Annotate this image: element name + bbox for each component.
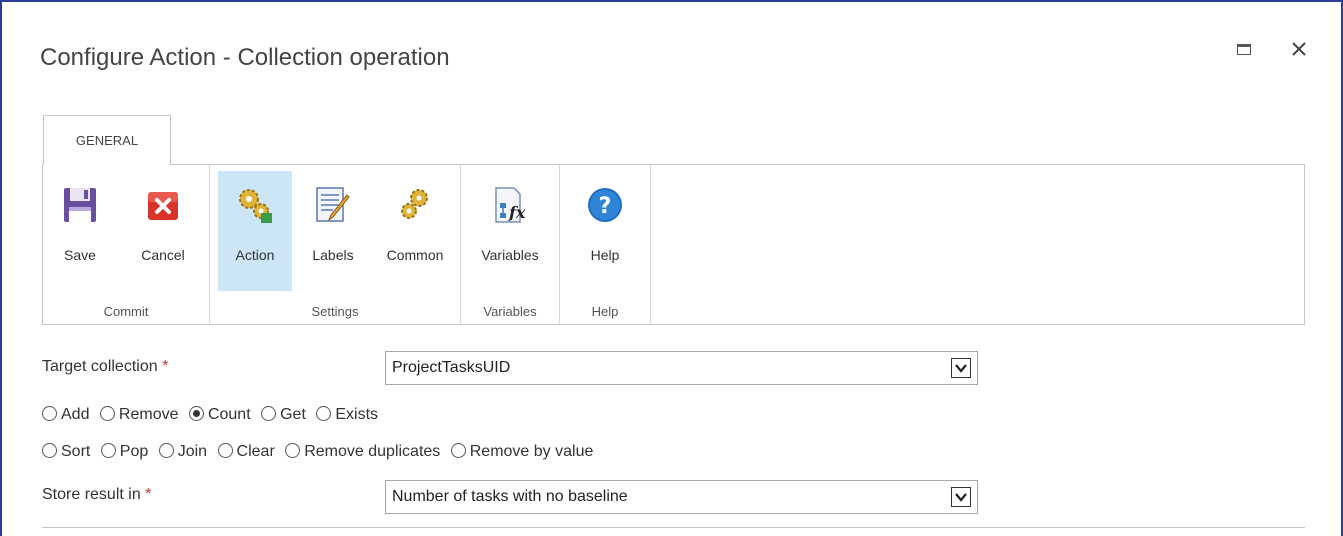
- radio-button[interactable]: [316, 406, 332, 421]
- svg-text:?: ?: [599, 194, 612, 219]
- tab-general[interactable]: GENERAL: [43, 115, 171, 165]
- radio-label: Pop: [119, 443, 149, 460]
- store-result-text: Store result in: [42, 486, 141, 503]
- cancel-button[interactable]: Cancel: [131, 171, 195, 291]
- radio-label: Remove duplicates: [304, 443, 441, 460]
- svg-text:fx: fx: [508, 203, 526, 222]
- radio-remove-by-value[interactable]: Remove by value: [450, 443, 594, 461]
- radio-join[interactable]: Join: [158, 443, 208, 461]
- radio-button[interactable]: [261, 406, 277, 421]
- group-label-help: Help: [591, 304, 619, 319]
- radio-remove-duplicates[interactable]: Remove duplicates: [285, 443, 440, 461]
- radio-count[interactable]: Count: [188, 406, 251, 424]
- radio-button[interactable]: [450, 443, 466, 458]
- radio-button[interactable]: [100, 443, 116, 458]
- action-gears-icon: [239, 189, 272, 223]
- group-label-variables: Variables: [483, 304, 537, 319]
- save-label: Save: [64, 247, 96, 263]
- radio-label: Get: [280, 406, 306, 423]
- radio-exists[interactable]: Exists: [316, 406, 378, 424]
- store-result-select[interactable]: Number of tasks with no baseline: [385, 480, 978, 514]
- radio-button[interactable]: [42, 443, 57, 458]
- radio-button-checked[interactable]: [188, 406, 204, 421]
- radio-label: Join: [177, 443, 208, 460]
- ribbon-group-variables: fx Variables Variables: [461, 165, 560, 324]
- target-collection-select[interactable]: ProjectTasksUID: [385, 351, 978, 385]
- radio-sort[interactable]: Sort: [42, 443, 90, 461]
- maximize-icon: [1237, 44, 1251, 55]
- labels-label: Labels: [312, 247, 354, 263]
- target-collection-label: Target collection *: [42, 358, 168, 376]
- dialog-title: Configure Action - Collection operation: [40, 44, 450, 71]
- close-icon: [1292, 42, 1306, 56]
- radio-label: Add: [61, 406, 90, 423]
- radio-button[interactable]: [217, 443, 233, 458]
- labels-button[interactable]: Labels: [300, 171, 366, 291]
- common-gears-icon: [401, 189, 428, 219]
- operation-radios-row2: Sort Pop Join Clear Remove duplicates Re…: [42, 443, 599, 461]
- action-button[interactable]: Action: [218, 171, 292, 291]
- ribbon-group-commit: Save Cancel Commit: [43, 165, 210, 324]
- save-icon: [64, 188, 96, 222]
- maximize-button[interactable]: [1233, 38, 1257, 62]
- variables-button[interactable]: fx Variables: [467, 171, 553, 291]
- configure-action-dialog: Configure Action - Collection operation …: [0, 0, 1343, 536]
- radio-clear[interactable]: Clear: [217, 443, 275, 461]
- radio-label: Remove by value: [469, 443, 594, 460]
- action-label: Action: [235, 247, 275, 263]
- common-button[interactable]: Common: [372, 171, 458, 291]
- common-label: Common: [386, 247, 444, 263]
- radio-pop[interactable]: Pop: [100, 443, 149, 461]
- required-marker: *: [162, 358, 169, 375]
- target-collection-value: ProjectTasksUID: [392, 359, 511, 376]
- operation-radios-row1: Add Remove Count Get Exists: [42, 406, 384, 424]
- radio-label: Clear: [236, 443, 275, 460]
- radio-get[interactable]: Get: [261, 406, 306, 424]
- help-icon: ?: [588, 188, 622, 222]
- labels-icon: [316, 187, 350, 222]
- radio-label: Sort: [61, 443, 91, 460]
- help-button[interactable]: ? Help: [572, 171, 638, 291]
- ribbon: Save Cancel Commit Action Labels Common …: [42, 164, 1305, 325]
- radio-button[interactable]: [99, 406, 115, 421]
- store-result-value: Number of tasks with no baseline: [392, 488, 628, 505]
- save-button[interactable]: Save: [55, 171, 105, 291]
- help-label: Help: [590, 247, 620, 263]
- radio-button[interactable]: [42, 406, 57, 421]
- chevron-down-icon[interactable]: [951, 358, 971, 378]
- ribbon-group-help: ? Help Help: [560, 165, 651, 324]
- chevron-down-icon[interactable]: [951, 487, 971, 507]
- required-marker: *: [145, 486, 152, 503]
- radio-button[interactable]: [285, 443, 301, 458]
- radio-button[interactable]: [158, 443, 174, 458]
- cancel-icon: [148, 192, 178, 220]
- radio-label: Count: [207, 406, 251, 423]
- group-label-settings: Settings: [311, 304, 359, 319]
- radio-label: Exists: [335, 406, 379, 423]
- cancel-label: Cancel: [141, 247, 185, 263]
- target-collection-text: Target collection: [42, 358, 158, 375]
- ribbon-group-settings: Action Labels Common Settings: [210, 165, 461, 324]
- radio-add[interactable]: Add: [42, 406, 89, 424]
- divider: [42, 527, 1305, 528]
- store-result-label: Store result in *: [42, 486, 151, 504]
- group-label-commit: Commit: [103, 304, 149, 319]
- radio-label: Remove: [118, 406, 179, 423]
- radio-remove[interactable]: Remove: [99, 406, 179, 424]
- close-button[interactable]: [1287, 38, 1311, 62]
- variables-fx-icon: fx: [495, 187, 526, 223]
- variables-label: Variables: [481, 247, 539, 263]
